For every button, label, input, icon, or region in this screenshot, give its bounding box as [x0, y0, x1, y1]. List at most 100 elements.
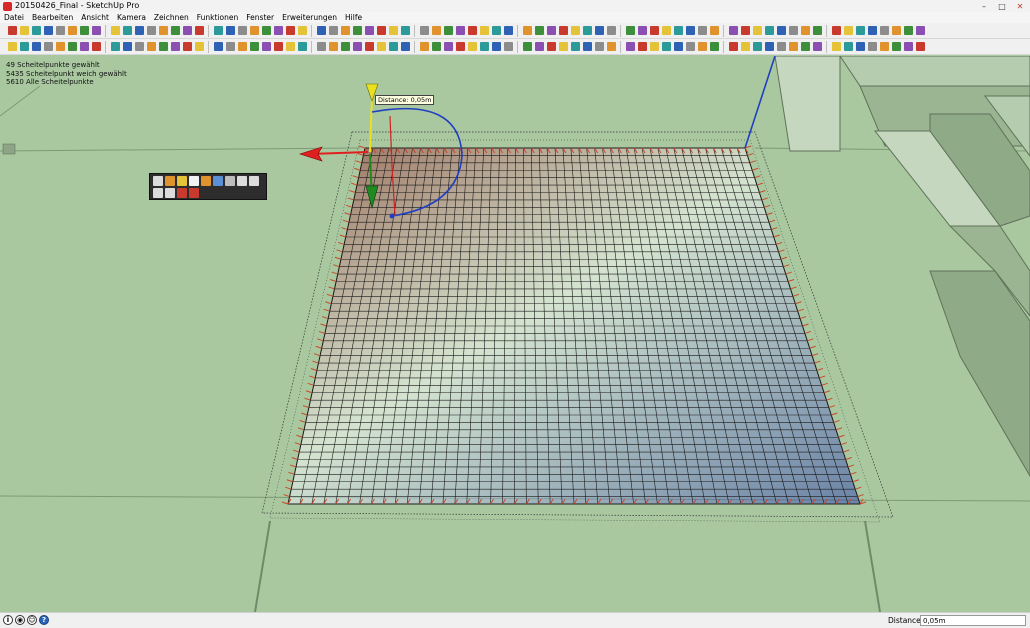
toolbar-tool-icon[interactable]	[606, 26, 616, 35]
lasso-select-icon[interactable]	[249, 176, 259, 186]
toolbar-tool-icon[interactable]	[19, 26, 29, 35]
toolbar-tool-icon[interactable]	[503, 42, 513, 51]
toolbar-tool-icon[interactable]	[110, 26, 120, 35]
toolbar-tool-icon[interactable]	[364, 42, 374, 51]
toolbar-tool-icon[interactable]	[915, 26, 925, 35]
menu-erweiterungen[interactable]: Erweiterungen	[278, 12, 341, 23]
toolbar-tool-icon[interactable]	[400, 26, 410, 35]
toolbar-tool-icon[interactable]	[776, 42, 786, 51]
toolbar-tool-icon[interactable]	[249, 42, 259, 51]
toolbar-tool-icon[interactable]	[91, 42, 101, 51]
menu-datei[interactable]: Datei	[0, 12, 28, 23]
toolbar-tool-icon[interactable]	[261, 42, 271, 51]
toolbar-tool-icon[interactable]	[273, 26, 283, 35]
toolbar-tool-icon[interactable]	[522, 26, 532, 35]
gizmo-handle[interactable]	[389, 213, 395, 219]
toolbar-tool-icon[interactable]	[728, 42, 738, 51]
toolbar-tool-icon[interactable]	[352, 26, 362, 35]
toolbar-tool-icon[interactable]	[661, 42, 671, 51]
toolbar-tool-icon[interactable]	[594, 26, 604, 35]
toolbar-tool-icon[interactable]	[740, 42, 750, 51]
menu-bearbeiten[interactable]: Bearbeiten	[28, 12, 77, 23]
brush-select-icon[interactable]	[165, 188, 175, 198]
toolbar-tool-icon[interactable]	[491, 26, 501, 35]
toolbar-tool-icon[interactable]	[843, 42, 853, 51]
toolbar-tool-icon[interactable]	[110, 42, 120, 51]
toolbar-tool-icon[interactable]	[479, 42, 489, 51]
toolbar-tool-icon[interactable]	[697, 42, 707, 51]
toolbar-tool-icon[interactable]	[867, 26, 877, 35]
toolbar-tool-icon[interactable]	[376, 26, 386, 35]
menu-zeichnen[interactable]: Zeichnen	[150, 12, 193, 23]
toolbar-tool-icon[interactable]	[843, 26, 853, 35]
toolbar-tool-icon[interactable]	[261, 26, 271, 35]
toolbar-tool-icon[interactable]	[122, 26, 132, 35]
menu-hilfe[interactable]: Hilfe	[341, 12, 366, 23]
toolbar-tool-icon[interactable]	[812, 42, 822, 51]
rotate-icon[interactable]	[177, 176, 187, 186]
info-icon[interactable]: i	[3, 615, 13, 625]
scale-icon[interactable]	[189, 176, 199, 186]
menu-funktionen[interactable]: Funktionen	[193, 12, 243, 23]
toolbar-tool-icon[interactable]	[31, 42, 41, 51]
falloff-icon[interactable]	[213, 176, 223, 186]
toolbar-tool-icon[interactable]	[285, 42, 295, 51]
toolbar-tool-icon[interactable]	[752, 42, 762, 51]
toolbar-tool-icon[interactable]	[685, 26, 695, 35]
toolbar-tool-icon[interactable]	[31, 26, 41, 35]
credits-icon[interactable]: ☺	[27, 615, 37, 625]
toolbar-tool-icon[interactable]	[443, 26, 453, 35]
toolbar-tool-icon[interactable]	[625, 42, 635, 51]
toolbar-tool-icon[interactable]	[503, 26, 513, 35]
toolbar-tool-icon[interactable]	[800, 26, 810, 35]
menu-kamera[interactable]: Kamera	[113, 12, 150, 23]
toolbar-tool-icon[interactable]	[752, 26, 762, 35]
toolbar-tool-icon[interactable]	[491, 42, 501, 51]
toolbar-tool-icon[interactable]	[455, 42, 465, 51]
toolbar-tool-icon[interactable]	[625, 26, 635, 35]
menu-ansicht[interactable]: Ansicht	[77, 12, 113, 23]
toolbar-tool-icon[interactable]	[800, 42, 810, 51]
toolbar-tool-icon[interactable]	[273, 42, 283, 51]
toolbar-tool-icon[interactable]	[709, 42, 719, 51]
toolbar-tool-icon[interactable]	[764, 26, 774, 35]
help-icon[interactable]: ?	[39, 615, 49, 625]
toolbar-tool-icon[interactable]	[55, 26, 65, 35]
toolbar-tool-icon[interactable]	[194, 42, 204, 51]
toolbar-tool-icon[interactable]	[606, 42, 616, 51]
toolbar-tool-icon[interactable]	[79, 42, 89, 51]
toolbar-tool-icon[interactable]	[891, 26, 901, 35]
toolbar-tool-icon[interactable]	[582, 26, 592, 35]
toolbar-tool-icon[interactable]	[582, 42, 592, 51]
toolbar-tool-icon[interactable]	[570, 42, 580, 51]
drawing-viewport[interactable]: 49 Scheitelpunkte gewählt 5435 Scheitelp…	[0, 56, 1030, 612]
toolbar-tool-icon[interactable]	[122, 42, 132, 51]
toolbar-tool-icon[interactable]	[467, 26, 477, 35]
toolbar-tool-icon[interactable]	[43, 42, 53, 51]
toolbar-tool-icon[interactable]	[194, 26, 204, 35]
toolbar-tool-icon[interactable]	[455, 26, 465, 35]
toolbar-tool-icon[interactable]	[443, 42, 453, 51]
toolbar-tool-icon[interactable]	[297, 26, 307, 35]
toolbar-tool-icon[interactable]	[661, 26, 671, 35]
toolbar-tool-icon[interactable]	[225, 42, 235, 51]
scene-canvas[interactable]	[0, 56, 1030, 612]
rect-select-icon[interactable]	[237, 176, 247, 186]
maximize-button[interactable]: □	[996, 2, 1008, 11]
toolbar-tool-icon[interactable]	[79, 26, 89, 35]
toolbar-tool-icon[interactable]	[831, 42, 841, 51]
toolbar-tool-icon[interactable]	[297, 42, 307, 51]
toolbar-tool-icon[interactable]	[649, 42, 659, 51]
toolbar-tool-icon[interactable]	[376, 42, 386, 51]
toolbar-tool-icon[interactable]	[479, 26, 489, 35]
toolbar-tool-icon[interactable]	[146, 26, 156, 35]
toolbar-tool-icon[interactable]	[182, 26, 192, 35]
toolbar-tool-icon[interactable]	[546, 42, 556, 51]
toolbar-tool-icon[interactable]	[67, 42, 77, 51]
toolbar-tool-icon[interactable]	[134, 42, 144, 51]
toolbar-tool-icon[interactable]	[915, 42, 925, 51]
toolbar-tool-icon[interactable]	[709, 26, 719, 35]
toolbar-tool-icon[interactable]	[388, 26, 398, 35]
toolbar-tool-icon[interactable]	[158, 42, 168, 51]
toolbar-tool-icon[interactable]	[134, 26, 144, 35]
